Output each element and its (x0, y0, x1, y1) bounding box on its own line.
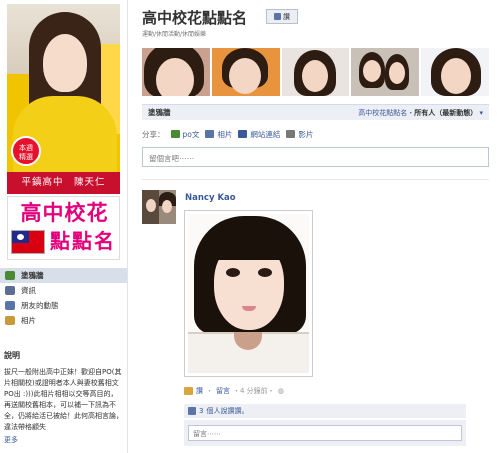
likes-count[interactable]: 3 (199, 407, 203, 415)
profile-photo[interactable]: 本週 精選 平鎮高中 陳天仁 (7, 4, 120, 194)
page-category[interactable]: 運動/休閒活動/休閒娛樂 (142, 29, 206, 38)
flag-sun (17, 234, 24, 240)
share-video-button[interactable]: 影片 (286, 129, 313, 140)
strip-face (441, 58, 472, 94)
more-link[interactable]: 更多 (4, 435, 124, 445)
friends-icon (5, 301, 15, 310)
wall-filter[interactable]: 高中校花點點名・所有人（最新動態） ▾ (358, 108, 483, 118)
photo-bangs (210, 232, 290, 260)
like-link[interactable]: 讚 (196, 386, 203, 396)
nav-item-photos[interactable]: 相片 (0, 313, 127, 328)
comment-link[interactable]: 留言 (216, 386, 230, 396)
page-title: 高中校花點點名 (142, 9, 248, 27)
photo-strip (142, 48, 489, 96)
chevron-down-icon: ▾ (479, 108, 483, 117)
about-section: 說明 拔尺一般附出高中正妹！歡迎自PO(其片相關校)或證明者本人與妻校舊相文PO… (4, 350, 124, 445)
avatar-face (146, 199, 156, 212)
post-photo-image (188, 214, 309, 373)
wall-tab[interactable]: 塗鴉牆 (148, 107, 171, 118)
photos-icon (5, 316, 15, 325)
comment-input[interactable]: 留言⋯⋯ (188, 425, 462, 441)
status-icon (170, 130, 180, 138)
info-icon (5, 286, 15, 295)
share-photo-button[interactable]: 相片 (205, 129, 232, 140)
photo-face (43, 34, 87, 92)
logo-text-line2: 點點名 (50, 229, 116, 253)
share-row: 分享： po文 相片 網站連結 影片 (142, 127, 489, 141)
about-text: 拔尺一般附出高中正妹！歡迎自PO(其片相關校)或證明者本人與妻校舊相文PO出 :… (4, 368, 123, 431)
about-title: 說明 (4, 351, 20, 360)
share-action-label: 相片 (217, 129, 233, 139)
nav-item-info[interactable]: 資訊 (0, 283, 127, 298)
nav-item-friends-activity[interactable]: 朋友的動態 (0, 298, 127, 313)
flag-canton (12, 231, 29, 243)
profile-banner: 平鎮高中 陳天仁 (7, 172, 120, 194)
share-link-button[interactable]: 網站連結 (238, 129, 280, 140)
likes-text[interactable]: 個人說讚讚。 (206, 406, 248, 416)
logo-text-line1: 高中校花 (20, 201, 109, 225)
link-icon (238, 130, 248, 138)
status-input[interactable]: 留個言吧⋯⋯ (142, 147, 489, 167)
wall-bar: 塗鴉牆 高中校花點點名・所有人（最新動態） ▾ (142, 104, 489, 120)
featured-badge: 本週 精選 (11, 136, 41, 166)
thumbs-up-icon (274, 13, 281, 20)
flag-icon (11, 230, 45, 254)
comment-area: 留言⋯⋯ (184, 420, 466, 446)
divider (142, 179, 489, 180)
avatar[interactable] (142, 190, 176, 224)
meta-sep: ・ (206, 387, 213, 395)
strip-photo[interactable] (142, 48, 210, 96)
strip-photo[interactable] (211, 48, 280, 96)
left-column: 本週 精選 平鎮高中 陳天仁 高中校花 點點名 塗鴉牆 資訊 朋友的動態 相片 … (0, 0, 128, 453)
likes-summary: 3 個人說讚讚。 (184, 404, 466, 418)
nav-item-label: 塗鴉牆 (21, 271, 44, 280)
video-icon (286, 130, 296, 138)
photo-eye (226, 268, 240, 277)
share-action-label: 影片 (298, 129, 314, 139)
avatar-face (162, 200, 172, 213)
photo-icon (184, 387, 193, 395)
strip-photo[interactable] (281, 48, 350, 96)
strip-face (156, 58, 194, 96)
post-meta: 讚 ・ 留言 ・4 分鐘前・ ◍ (184, 386, 284, 396)
post-author[interactable]: Nancy Kao (185, 193, 236, 203)
share-post-button[interactable]: po文 (170, 129, 200, 140)
globe-icon: ◍ (277, 387, 284, 395)
strip-photo[interactable] (351, 48, 420, 96)
share-action-label: 網站連結 (250, 129, 281, 139)
thumbs-up-icon (188, 407, 196, 415)
like-button-label: 讚 (283, 12, 290, 21)
share-action-label: po文 (182, 129, 200, 139)
page-logo: 高中校花 點點名 (7, 196, 120, 260)
wall-filter-page: 高中校花點點名・ (358, 108, 415, 117)
nav-item-label: 資訊 (21, 286, 36, 295)
nav-item-label: 相片 (21, 316, 36, 325)
like-page-button[interactable]: 讚 (266, 9, 298, 24)
photo-icon (205, 130, 215, 138)
share-label: 分享： (142, 129, 165, 139)
strip-photo[interactable] (421, 48, 489, 96)
wall-filter-selected: 所有人（最新動態） (414, 108, 478, 117)
photo-eye (258, 268, 272, 277)
left-nav: 塗鴉牆 資訊 朋友的動態 相片 (0, 268, 127, 328)
nav-item-label: 朋友的動態 (21, 301, 59, 310)
nav-item-wall[interactable]: 塗鴉牆 (0, 268, 127, 283)
wall-icon (5, 271, 15, 280)
post-photo[interactable] (184, 210, 313, 377)
post-time: ・4 分鐘前・ (233, 387, 275, 395)
strip-face (301, 60, 328, 92)
strip-face (228, 58, 261, 94)
